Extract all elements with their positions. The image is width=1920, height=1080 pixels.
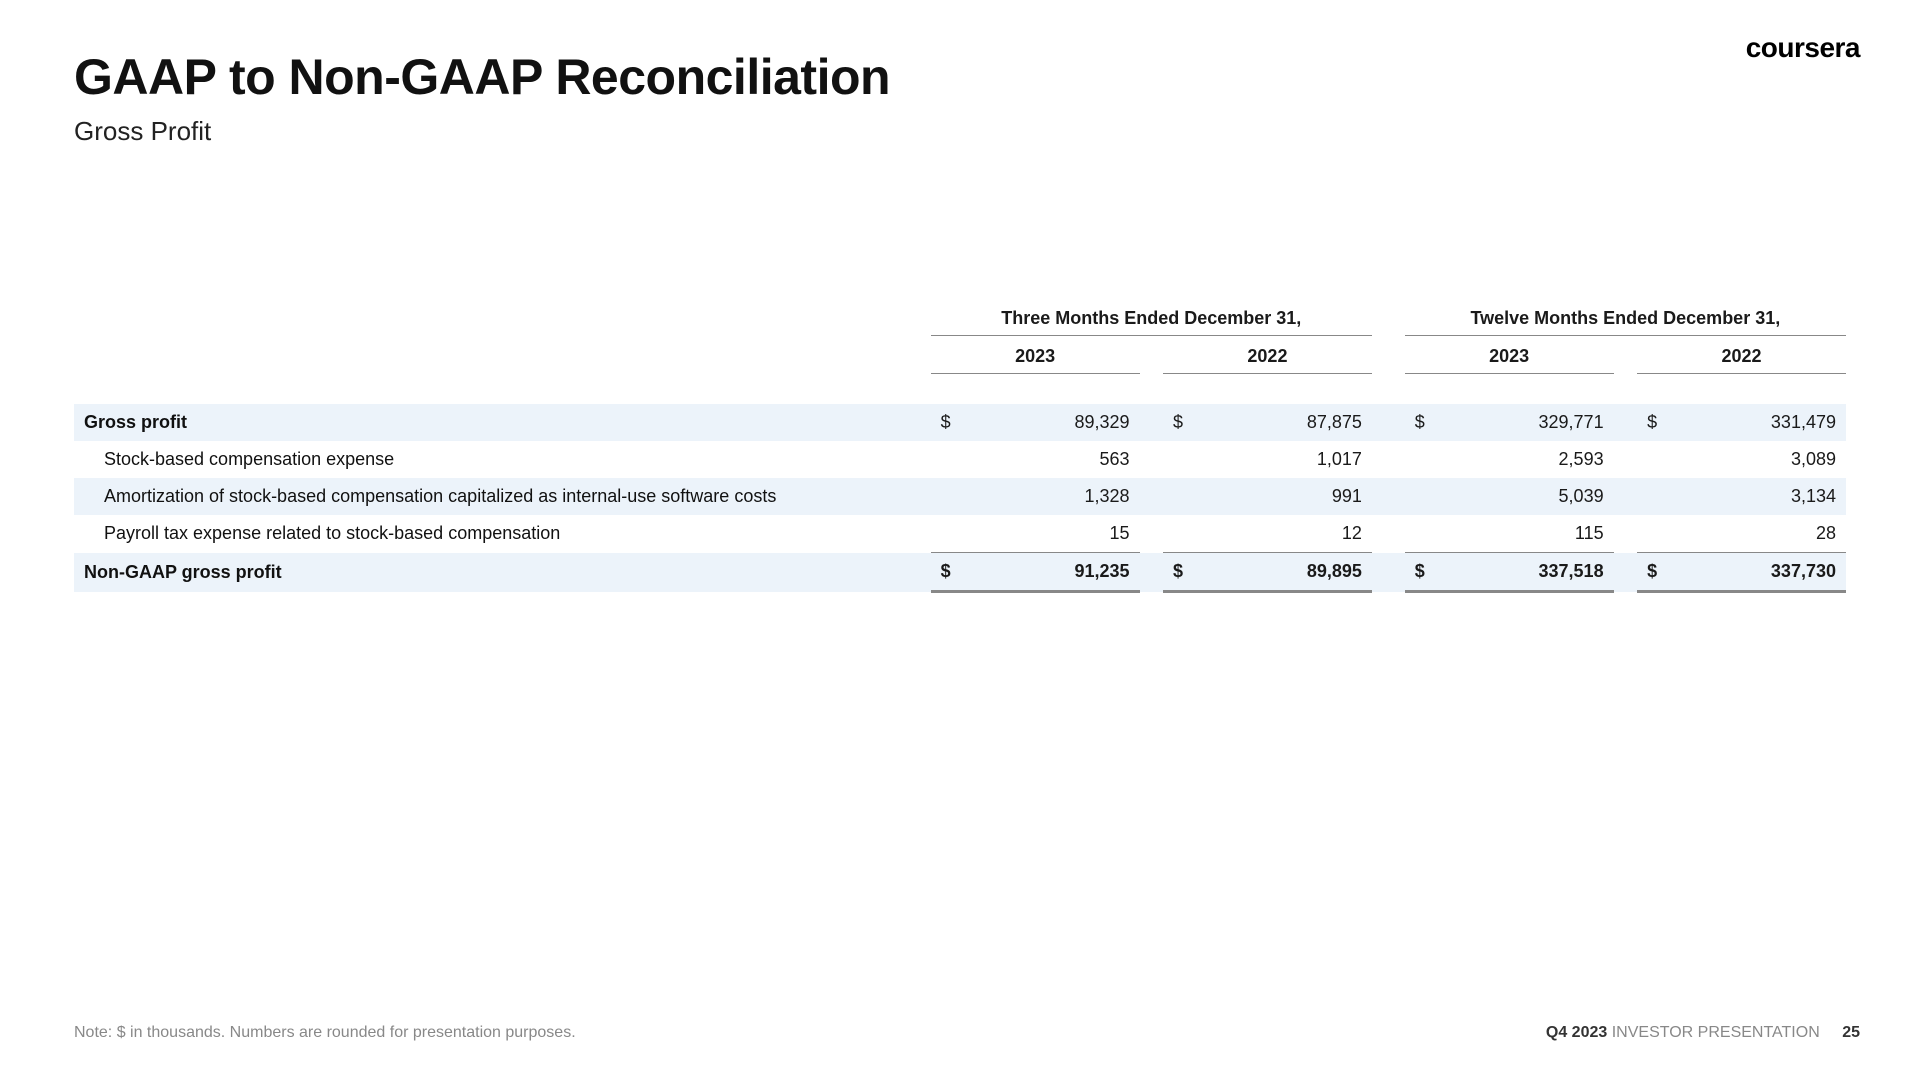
- cell-value: 5,039: [1452, 478, 1614, 515]
- row-amortization: Amortization of stock-based compensation…: [74, 478, 1846, 515]
- cell-value: 115: [1452, 515, 1614, 553]
- cell-value: 337,730: [1684, 553, 1846, 592]
- cell-value: 337,518: [1452, 553, 1614, 592]
- row-label: Gross profit: [74, 404, 931, 441]
- cell-value: 15: [978, 515, 1140, 553]
- cell-value: 89,329: [978, 404, 1140, 441]
- row-label: Amortization of stock-based compensation…: [74, 478, 931, 515]
- page-title: GAAP to Non-GAAP Reconciliation: [74, 48, 890, 106]
- row-label: Stock-based compensation expense: [74, 441, 931, 478]
- cell-value: 331,479: [1684, 404, 1846, 441]
- currency-symbol: $: [1405, 553, 1452, 592]
- currency-symbol: $: [931, 553, 978, 592]
- page-subtitle: Gross Profit: [74, 116, 211, 147]
- cell-value: 3,134: [1684, 478, 1846, 515]
- cell-value: 1,017: [1210, 441, 1372, 478]
- cell-value: 89,895: [1210, 553, 1372, 592]
- currency-symbol: $: [1163, 404, 1210, 441]
- cell-value: 563: [978, 441, 1140, 478]
- footnote: Note: $ in thousands. Numbers are rounde…: [74, 1024, 576, 1042]
- page-number: 25: [1842, 1024, 1860, 1041]
- row-label: Payroll tax expense related to stock-bas…: [74, 515, 931, 553]
- row-gross-profit: Gross profit $ 89,329 $ 87,875 $ 329,771…: [74, 404, 1846, 441]
- cell-value: 3,089: [1684, 441, 1846, 478]
- row-nongaap-gross-profit: Non-GAAP gross profit $ 91,235 $ 89,895 …: [74, 553, 1846, 592]
- year-header-q-2023: 2023: [931, 336, 1140, 374]
- reconciliation-table: Three Months Ended December 31, Twelve M…: [74, 300, 1846, 593]
- period-header-three-months: Three Months Ended December 31,: [931, 300, 1372, 336]
- year-header-q-2022: 2022: [1163, 336, 1372, 374]
- cell-value: 1,328: [978, 478, 1140, 515]
- row-sbc-expense: Stock-based compensation expense 563 1,0…: [74, 441, 1846, 478]
- currency-symbol: $: [1637, 553, 1684, 592]
- currency-symbol: $: [1405, 404, 1452, 441]
- row-label: Non-GAAP gross profit: [74, 553, 931, 592]
- year-header-y-2023: 2023: [1405, 336, 1614, 374]
- currency-symbol: $: [1163, 553, 1210, 592]
- footer-label: INVESTOR PRESENTATION: [1612, 1024, 1820, 1041]
- cell-value: 2,593: [1452, 441, 1614, 478]
- cell-value: 12: [1210, 515, 1372, 553]
- cell-value: 28: [1684, 515, 1846, 553]
- currency-symbol: $: [1637, 404, 1684, 441]
- year-header-y-2022: 2022: [1637, 336, 1846, 374]
- cell-value: 87,875: [1210, 404, 1372, 441]
- cell-value: 329,771: [1452, 404, 1614, 441]
- period-header-twelve-months: Twelve Months Ended December 31,: [1405, 300, 1846, 336]
- brand-logo: coursera: [1746, 32, 1860, 64]
- footer-period: Q4 2023: [1546, 1024, 1607, 1041]
- cell-value: 91,235: [978, 553, 1140, 592]
- footer-right: Q4 2023 INVESTOR PRESENTATION 25: [1546, 1024, 1860, 1042]
- row-payroll-tax: Payroll tax expense related to stock-bas…: [74, 515, 1846, 553]
- currency-symbol: $: [931, 404, 978, 441]
- cell-value: 991: [1210, 478, 1372, 515]
